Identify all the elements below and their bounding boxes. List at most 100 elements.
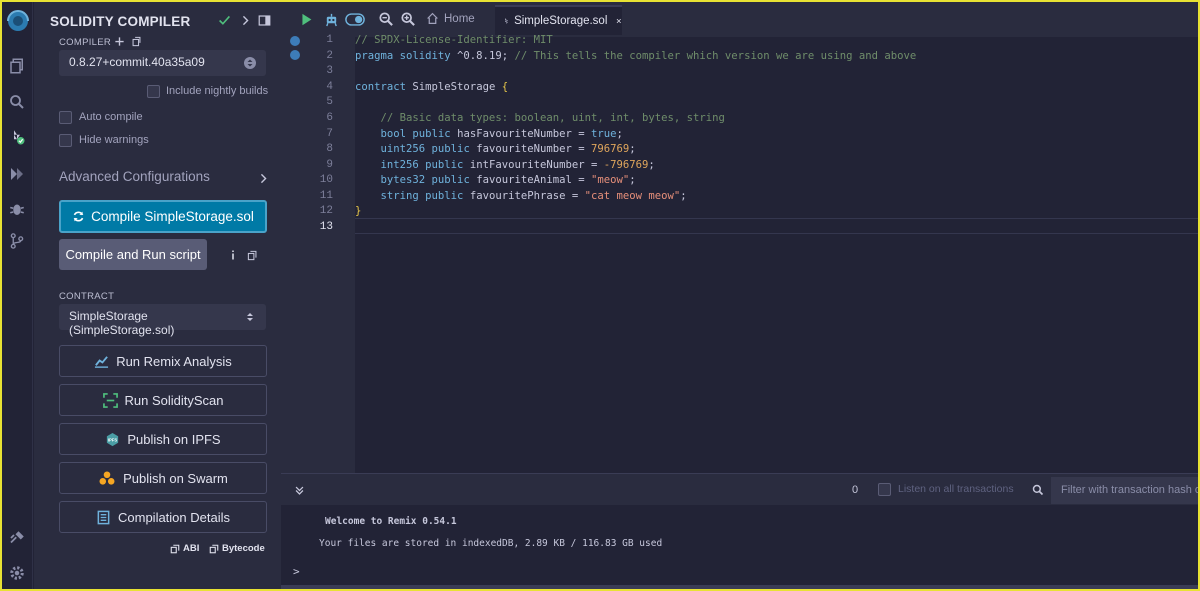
copy-icon [209, 544, 219, 553]
panel-toggle-icon[interactable] [256, 12, 272, 28]
close-icon[interactable] [616, 16, 622, 26]
code-identifier: favouriteNumber = [469, 143, 592, 155]
terminal-toolbar: 0 Listen on all transactions Filter with… [281, 473, 1198, 505]
select-arrows-icon [244, 57, 256, 69]
active-line-highlight [355, 218, 1198, 234]
chevrons-down-icon[interactable] [290, 481, 308, 499]
code-keyword: pragma solidity [355, 50, 451, 62]
tab-simplestorage[interactable]: SimpleStorage.sol [495, 5, 622, 35]
pending-tx-count: 0 [852, 484, 859, 496]
transaction-filter-input[interactable]: Filter with transaction hash or address [1051, 477, 1198, 504]
add-compiler-icon[interactable] [111, 33, 127, 49]
advanced-chevron-icon[interactable] [255, 170, 271, 186]
code-keyword: contract [355, 81, 407, 93]
file-icon [505, 18, 508, 24]
chevron-right-icon[interactable] [237, 12, 253, 28]
solidity-compiler-icon[interactable] [6, 126, 28, 148]
run-solidityscan-button[interactable]: Run SolidityScan [59, 384, 267, 416]
debugger-icon[interactable] [6, 198, 28, 220]
code-brace: } [355, 205, 362, 217]
code-line-12: } [355, 204, 361, 220]
listen-checkbox[interactable] [878, 483, 891, 496]
code-line-9: int256 public intFavouriteNumber = -7967… [355, 158, 655, 174]
code-type: uint256 [355, 143, 426, 155]
code-semicolon: ; [616, 128, 623, 140]
compile-run-script-button[interactable]: Compile and Run script [59, 239, 207, 270]
compiler-version-value: 0.8.27+commit.40a35a09 [69, 55, 205, 69]
code-line-11: string public favouritePhrase = "cat meo… [355, 189, 687, 205]
robot-icon[interactable] [322, 10, 340, 28]
check-icon [216, 12, 232, 28]
code-comment: // SPDX-License-Identifier: MIT [355, 34, 553, 46]
toggle-icon[interactable] [344, 10, 366, 28]
terminal-prompt[interactable]: > [293, 565, 300, 578]
scan-icon [102, 392, 118, 408]
info-icon[interactable] [225, 247, 241, 263]
remix-analysis-label: Run Remix Analysis [116, 353, 232, 369]
compiler-version-select[interactable]: 0.8.27+commit.40a35a09 [59, 50, 266, 76]
copy-icon [170, 544, 180, 553]
code-version: ^0.8.19; [450, 50, 509, 62]
app-window: SOLIDITY COMPILER COMPILER 0.8.27+commit… [0, 0, 1200, 591]
panel-title: SOLIDITY COMPILER [50, 14, 191, 29]
publish-swarm-button[interactable]: Publish on Swarm [59, 462, 267, 494]
nightly-checkbox[interactable] [147, 85, 160, 98]
auto-compile-checkbox[interactable] [59, 111, 72, 124]
code-line-4: contract SimpleStorage { [355, 80, 508, 96]
select-arrows-icon [247, 313, 253, 321]
copy-icon[interactable] [244, 247, 260, 263]
code-value: "cat meow meow" [584, 190, 681, 202]
code-semicolon: ; [680, 190, 687, 202]
file-explorer-icon[interactable] [6, 55, 28, 77]
line-number: 3 [326, 65, 333, 77]
publish-ipfs-button[interactable]: IPFS Publish on IPFS [59, 423, 267, 455]
code-editor[interactable]: 1 2 3 4 5 6 7 8 9 10 11 12 13 // SPDX-Li… [281, 34, 1198, 473]
custom-compiler-icon[interactable] [128, 33, 144, 49]
compilation-details-button[interactable]: Compilation Details [59, 501, 267, 533]
code-identifier: SimpleStorage [406, 81, 502, 93]
code-identifier: hasFavouriteNumber = [450, 128, 592, 140]
terminal-output[interactable]: Welcome to Remix 0.54.1 Your files are s… [281, 505, 1198, 589]
zoom-in-icon[interactable] [399, 10, 417, 28]
remix-logo-icon[interactable] [5, 8, 31, 34]
code-identifier: favouriteAnimal = [469, 174, 592, 186]
abi-copy-link[interactable]: ABI [170, 543, 199, 554]
plugin-icon[interactable] [6, 527, 28, 549]
zoom-out-icon[interactable] [377, 10, 395, 28]
welcome-message: Welcome to Remix 0.54.1 [325, 516, 457, 527]
breakpoint-marker[interactable] [290, 50, 300, 60]
line-number: 6 [326, 112, 333, 124]
line-number: 5 [326, 96, 333, 108]
code-comment: // Basic data types: boolean, uint, int,… [355, 112, 725, 124]
deploy-icon[interactable] [6, 163, 28, 185]
hide-warnings-checkbox[interactable] [59, 134, 72, 147]
code-semicolon: ; [629, 143, 636, 155]
bytecode-copy-link[interactable]: Bytecode [209, 543, 265, 554]
line-number: 2 [326, 50, 333, 62]
compile-button-label: Compile SimpleStorage.sol [91, 209, 254, 224]
settings-icon[interactable] [6, 562, 28, 584]
editor-tabbar: Home SimpleStorage.sol [281, 2, 1198, 37]
code-line-1: // SPDX-License-Identifier: MIT [355, 33, 553, 49]
code-line-6: // Basic data types: boolean, uint, int,… [355, 111, 725, 127]
storage-message: Your files are stored in indexedDB, 2.89… [319, 538, 663, 549]
chart-icon [95, 355, 109, 368]
contract-select[interactable]: SimpleStorage (SimpleStorage.sol) [59, 304, 266, 337]
code-line-10: bytes32 public favouriteAnimal = "meow"; [355, 173, 636, 189]
code-type: bytes32 [355, 174, 426, 186]
breakpoint-marker[interactable] [290, 36, 300, 46]
run-icon[interactable] [297, 10, 315, 28]
compile-button[interactable]: Compile SimpleStorage.sol [59, 200, 267, 233]
git-icon[interactable] [6, 230, 28, 252]
run-remix-analysis-button[interactable]: Run Remix Analysis [59, 345, 267, 377]
line-number: 10 [319, 174, 333, 186]
tab-file-label: SimpleStorage.sol [514, 15, 608, 27]
advanced-config-toggle[interactable]: Advanced Configurations [59, 169, 210, 184]
auto-compile-label: Auto compile [79, 111, 143, 123]
code-modifier: public [425, 174, 470, 186]
code-modifier: public [406, 128, 451, 140]
tab-home[interactable]: Home [426, 12, 475, 25]
search-icon[interactable] [6, 91, 28, 113]
status-strip [281, 585, 1198, 589]
editor-gutter: 1 2 3 4 5 6 7 8 9 10 11 12 13 [281, 34, 355, 473]
